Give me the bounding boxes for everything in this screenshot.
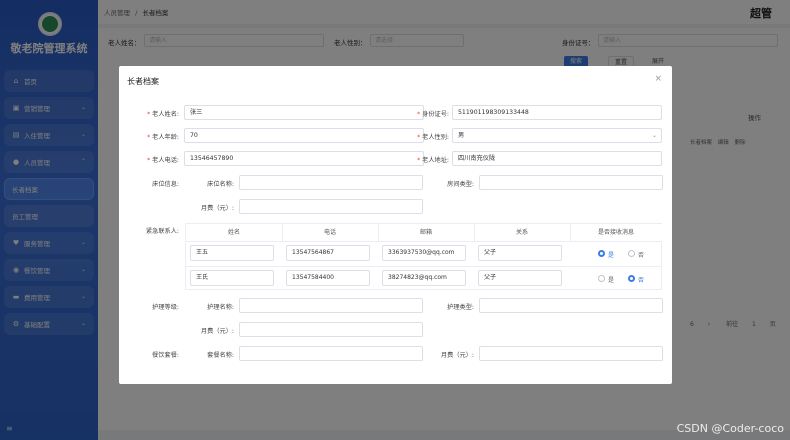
close-icon[interactable]: × [654,74,662,84]
contact-name-input[interactable]: 王氏 [190,270,274,286]
name-input[interactable]: 张三 [184,105,424,120]
care-name-label: 护理名称: [207,304,234,311]
care-fee-label: 月费（元）: [200,328,234,335]
name-label: * 老人姓名: [147,111,179,118]
phone-input[interactable]: 13546457890 [184,151,424,166]
room-type-label: 房间类型: [447,181,474,188]
id-card-input[interactable]: 511901198309133448 [452,105,662,120]
receive-no-radio[interactable] [628,250,635,257]
age-label: * 老人年龄: [147,134,179,141]
contact-phone-input[interactable]: 13547564867 [286,245,370,261]
bed-name-label: 床位名称: [207,181,234,188]
care-type-input[interactable] [479,298,663,313]
phone-label: * 老人电话: [147,157,179,164]
meal-fee-label: 月费（元）: [440,352,474,359]
meal-label: 餐饮套餐: [152,352,179,359]
col-name: 姓名 [186,224,282,241]
id-card-label: * 身份证号: [417,111,449,118]
contact-relation-input[interactable]: 父子 [478,270,562,286]
watermark: CSDN @Coder-coco [676,422,784,435]
contact-email-input[interactable]: 3363937530@qq.com [382,245,466,261]
care-fee-input[interactable] [239,322,423,337]
meal-fee-input[interactable] [479,346,663,361]
col-phone: 电话 [282,224,378,241]
age-input[interactable]: 70 [184,128,424,143]
address-input[interactable]: 四川南充仪陇 [452,151,662,166]
col-email: 邮箱 [378,224,474,241]
elder-archive-dialog: 长者档案 × * 老人姓名: 张三 * 身份证号: 5119011983091334… [119,66,672,384]
room-type-input[interactable] [479,175,663,190]
gender-label: * 老人性别: [417,134,449,141]
address-label: * 老人地址: [417,157,449,164]
care-level-label: 护理等级: [152,304,179,311]
bed-info-label: 床位信息: [152,181,179,188]
care-name-input[interactable] [239,298,423,313]
care-type-label: 护理类型: [447,304,474,311]
chevron-down-icon: ⌄ [651,132,657,139]
col-receive: 是否接收消息 [570,224,662,241]
contact-phone-input[interactable]: 13547584400 [286,270,370,286]
meal-name-input[interactable] [239,346,423,361]
gender-select[interactable]: 男 ⌄ [452,128,662,143]
contacts-label: 紧急联系人: [145,228,179,235]
col-relation: 关系 [474,224,570,241]
contacts-table: 姓名 电话 邮箱 关系 是否接收消息 王五 13547564867 336393… [185,223,662,290]
receive-yes-radio[interactable] [598,250,605,257]
bed-fee-input[interactable] [239,199,423,214]
meal-name-label: 套餐名称: [207,352,234,359]
bed-name-input[interactable] [239,175,423,190]
contact-relation-input[interactable]: 父子 [478,245,562,261]
receive-yes-radio[interactable] [598,275,605,282]
contact-name-input[interactable]: 王五 [190,245,274,261]
bed-fee-label: 月费（元）: [200,205,234,212]
dialog-title: 长者档案 [127,77,159,86]
receive-no-radio[interactable] [628,275,635,282]
contact-email-input[interactable]: 38274823@qq.com [382,270,466,286]
